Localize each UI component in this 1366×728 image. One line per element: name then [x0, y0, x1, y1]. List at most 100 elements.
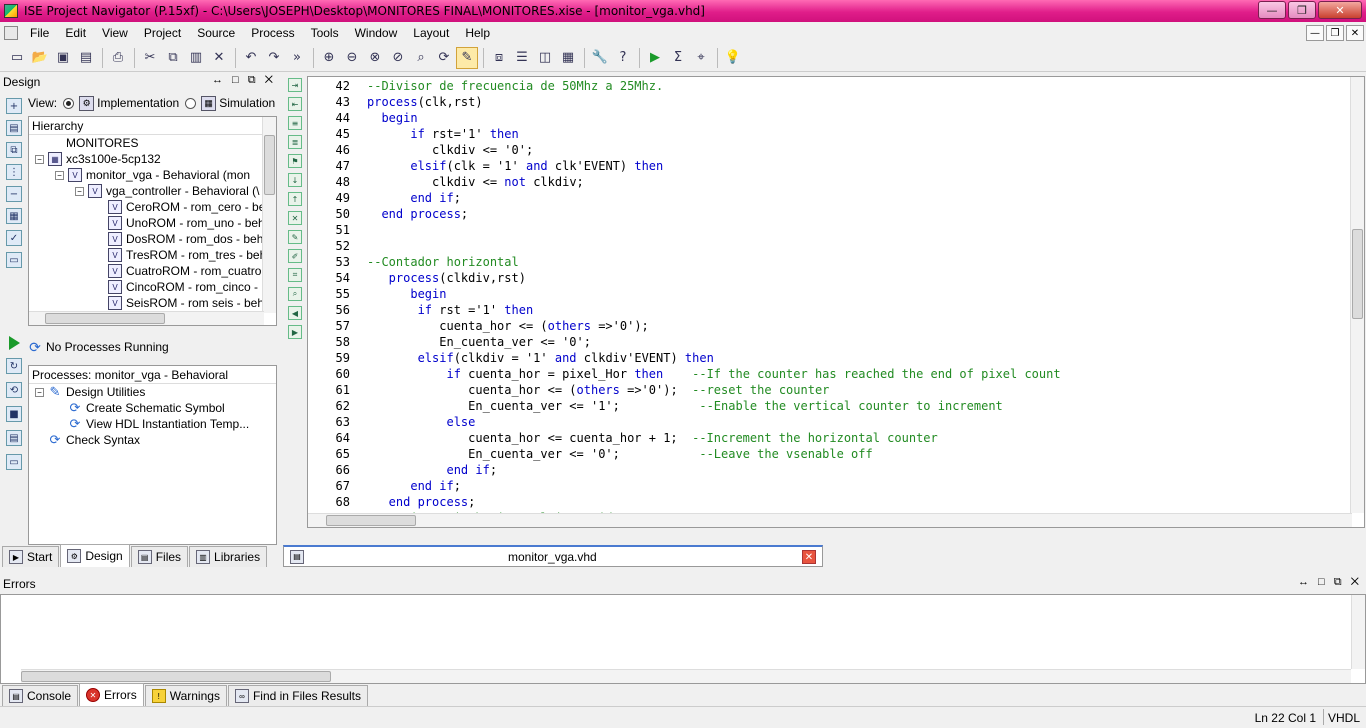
- code-line[interactable]: 61 cuenta_hor <= (others =>'0'); --reset…: [308, 383, 1348, 399]
- menu-file[interactable]: File: [22, 26, 57, 40]
- collapse-toggle-icon[interactable]: −: [35, 387, 44, 397]
- back-icon[interactable]: ◀: [288, 306, 302, 320]
- tree-item[interactable]: V SeisROM - rom seis - behav: [29, 295, 276, 311]
- context-help-icon[interactable]: ?: [612, 47, 634, 69]
- tree-item[interactable]: V DosROM - rom_dos - behav: [29, 231, 276, 247]
- editor-vertical-scrollbar[interactable]: [1350, 77, 1364, 513]
- tab-design[interactable]: ⚙ Design: [60, 544, 130, 567]
- menu-view[interactable]: View: [94, 26, 136, 40]
- paste-icon[interactable]: ▥: [185, 47, 207, 69]
- unindent-icon[interactable]: ⇤: [288, 97, 302, 111]
- tab-libraries[interactable]: ▥ Libraries: [189, 546, 268, 567]
- collapse-toggle-icon[interactable]: −: [75, 186, 84, 196]
- tree-item[interactable]: − Vvga_controller - Behavioral (\: [29, 183, 276, 199]
- implementation-label[interactable]: Implementation: [97, 96, 179, 110]
- process-item[interactable]: ⟳ View HDL Instantiation Temp...: [29, 416, 276, 432]
- sigma-icon[interactable]: Σ: [667, 47, 689, 69]
- delete-icon[interactable]: ✕: [208, 47, 230, 69]
- find-icon[interactable]: ⌕: [288, 287, 302, 301]
- code-line[interactable]: 64 cuenta_hor <= cuenta_hor + 1; --Incre…: [308, 431, 1348, 447]
- code-line[interactable]: 67 end if;: [308, 479, 1348, 495]
- wrench-icon[interactable]: 🔧: [589, 47, 611, 69]
- menu-project[interactable]: Project: [136, 26, 189, 40]
- zoom-area-icon[interactable]: ⌕: [410, 47, 432, 69]
- editor-tab-monitor-vga[interactable]: ▤ monitor_vga.vhd ✕: [283, 545, 823, 567]
- telescope-icon[interactable]: ⌖: [690, 47, 712, 69]
- scroll-thumb[interactable]: [45, 313, 165, 324]
- code-line[interactable]: 52: [308, 239, 1348, 255]
- toggle-bookmark-icon[interactable]: ⚑: [288, 154, 302, 168]
- tile-vertical-icon[interactable]: ◫: [534, 47, 556, 69]
- remove-source-icon[interactable]: −: [6, 186, 22, 202]
- indent-icon[interactable]: ⇥: [288, 78, 302, 92]
- errors-horizontal-scrollbar[interactable]: [21, 669, 1351, 683]
- open-without-update-icon[interactable]: ▤: [6, 430, 22, 446]
- comment-icon[interactable]: ≡: [288, 116, 302, 130]
- code-editor[interactable]: 42 --Divisor de frecuencia de 50Mhz a 25M…: [307, 76, 1365, 528]
- rerun-all-icon[interactable]: ⟲: [6, 382, 22, 398]
- process-properties-icon[interactable]: ▭: [6, 454, 22, 470]
- zoom-full-icon[interactable]: ⊘: [387, 47, 409, 69]
- simulation-label[interactable]: Simulation: [219, 96, 275, 110]
- source-properties-icon[interactable]: ▦: [6, 208, 22, 224]
- code-line[interactable]: 46 clkdiv <= '0';: [308, 143, 1348, 159]
- tree-item[interactable]: V CeroROM - rom_cero - beha: [29, 199, 276, 215]
- code-line[interactable]: 49 end if;: [308, 191, 1348, 207]
- process-item[interactable]: − ✎ Design Utilities: [29, 384, 276, 400]
- code-line[interactable]: 66 end if;: [308, 463, 1348, 479]
- tab-find-in-files[interactable]: ∞ Find in Files Results: [227, 685, 368, 706]
- mdi-minimize-button[interactable]: —: [1306, 25, 1324, 41]
- tree-item[interactable]: − Vmonitor_vga - Behavioral (mon: [29, 167, 276, 183]
- tree-item[interactable]: − ▦ xc3s100e-5cp132: [29, 151, 276, 167]
- stop-icon[interactable]: ■: [6, 406, 22, 422]
- cut-icon[interactable]: ✂: [139, 47, 161, 69]
- tree-item[interactable]: V CuatroROM - rom_cuatro -: [29, 263, 276, 279]
- uncomment-icon[interactable]: ≣: [288, 135, 302, 149]
- goto-line-icon[interactable]: ⌗: [288, 268, 302, 282]
- save-icon[interactable]: ▣: [52, 47, 74, 69]
- editor-horizontal-scrollbar[interactable]: [308, 513, 1352, 527]
- window-list-icon[interactable]: ▦: [557, 47, 579, 69]
- overflow-chevron-icon[interactable]: »: [286, 47, 308, 69]
- tab-files[interactable]: ▤ Files: [130, 546, 189, 567]
- zoom-in-icon[interactable]: ⊕: [318, 47, 340, 69]
- scroll-thumb[interactable]: [1352, 229, 1363, 319]
- close-button[interactable]: ✕: [1318, 1, 1362, 19]
- code-line[interactable]: 65 En_cuenta_ver <= '0'; --Leave the vse…: [308, 447, 1348, 463]
- code-line[interactable]: 43 process(clk,rst): [308, 95, 1348, 111]
- errors-vertical-scrollbar[interactable]: [1351, 595, 1365, 669]
- code-line[interactable]: 68 end process;: [308, 495, 1348, 511]
- add-copy-source-icon[interactable]: ⧉: [6, 142, 22, 158]
- simulation-radio[interactable]: [185, 97, 197, 109]
- tree-item[interactable]: V UnoROM - rom_uno - beha: [29, 215, 276, 231]
- scroll-thumb[interactable]: [264, 135, 275, 195]
- hierarchy-icon[interactable]: ⋮: [6, 164, 22, 180]
- menu-source[interactable]: Source: [189, 26, 243, 40]
- code-line[interactable]: 57 cuenta_hor <= (others =>'0');: [308, 319, 1348, 335]
- code-line[interactable]: 58 En_cuenta_ver <= '0';: [308, 335, 1348, 351]
- errors-panel-controls[interactable]: ↔ □ ⧉ ✕: [1298, 576, 1362, 589]
- code-line[interactable]: 48 clkdiv <= not clkdiv;: [308, 175, 1348, 191]
- code-line[interactable]: 51: [308, 223, 1348, 239]
- minimize-button[interactable]: —: [1258, 1, 1286, 19]
- tile-horizontal-icon[interactable]: ☰: [511, 47, 533, 69]
- implementation-radio[interactable]: [63, 97, 75, 109]
- code-line[interactable]: 53 --Contador horizontal: [308, 255, 1348, 271]
- save-all-icon[interactable]: ▤: [75, 47, 97, 69]
- code-line[interactable]: 59 elsif(clkdiv = '1' and clkdiv'EVENT) …: [308, 351, 1348, 367]
- code-line[interactable]: 47 elsif(clk = '1' and clk'EVENT) then: [308, 159, 1348, 175]
- tab-start[interactable]: ▶ Start: [2, 546, 60, 567]
- copy-icon[interactable]: ⧉: [162, 47, 184, 69]
- code-line[interactable]: 62 En_cuenta_ver <= '1'; --Enable the ve…: [308, 399, 1348, 415]
- redo-icon[interactable]: ↷: [263, 47, 285, 69]
- add-source-icon[interactable]: ▤: [6, 120, 22, 136]
- new-source-icon[interactable]: +: [6, 98, 22, 114]
- tab-warnings[interactable]: ! Warnings: [144, 685, 227, 706]
- tab-errors[interactable]: ✕ Errors: [79, 683, 144, 706]
- check-source-icon[interactable]: ✓: [6, 230, 22, 246]
- rerun-icon[interactable]: ↻: [6, 358, 22, 374]
- ise-app-icon[interactable]: [4, 4, 18, 18]
- tree-item[interactable]: V CincoROM - rom_cinco - be: [29, 279, 276, 295]
- code-line[interactable]: 42 --Divisor de frecuencia de 50Mhz a 25M…: [308, 79, 1348, 95]
- tab-console[interactable]: ▤ Console: [2, 685, 79, 706]
